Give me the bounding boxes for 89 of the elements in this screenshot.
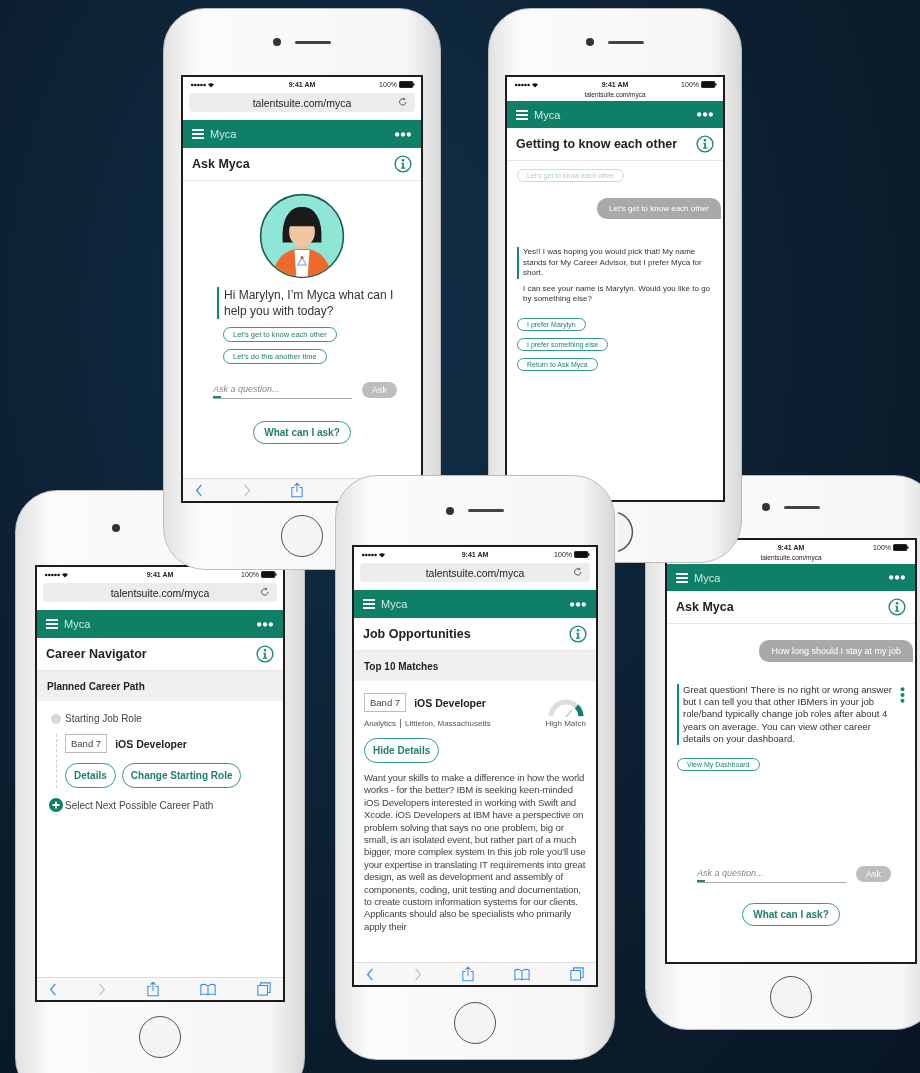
menu-icon[interactable] (192, 129, 204, 139)
more-icon[interactable] (569, 601, 587, 607)
battery-icon (399, 81, 415, 88)
more-icon[interactable] (696, 112, 714, 117)
page-title: Ask Myca (192, 157, 250, 171)
info-icon[interactable] (256, 645, 274, 663)
signal-icon (189, 81, 215, 88)
battery-icon (574, 551, 590, 558)
reload-icon[interactable] (260, 587, 270, 597)
share-icon[interactable] (291, 482, 303, 498)
signal-icon (513, 81, 539, 88)
app-title: Myca (210, 128, 237, 140)
info-icon[interactable] (888, 598, 906, 616)
app-title: Myca (381, 598, 408, 610)
outline-button[interactable]: Details (65, 763, 116, 788)
address-field[interactable]: talentsuite.com/myca (360, 563, 590, 582)
vertical-more-icon[interactable] (900, 686, 905, 704)
info-icon[interactable] (696, 135, 714, 153)
menu-icon[interactable] (46, 619, 58, 629)
camera-icon (273, 38, 281, 46)
band-tag: Band 7 (65, 734, 108, 753)
back-icon[interactable] (195, 483, 203, 497)
page-title: Getting to know each other (516, 137, 678, 151)
band-tag: Band 7 (364, 693, 407, 712)
page-title: Ask Myca (676, 600, 734, 614)
menu-icon[interactable] (516, 109, 528, 120)
assistant-message: Hi Marylyn, I’m Myca what can I help you with today? (217, 287, 403, 319)
help-button[interactable]: What can I ask? (742, 903, 840, 926)
department-label: Analytics (364, 719, 396, 728)
speaker-icon (468, 509, 504, 512)
menu-icon[interactable] (363, 599, 375, 609)
share-icon[interactable] (147, 981, 159, 997)
add-icon[interactable] (49, 798, 63, 812)
bookmarks-icon[interactable] (200, 982, 216, 996)
section-title: Planned Career Path (47, 680, 145, 692)
user-message: Let’s get to know each other (597, 198, 721, 219)
battery-icon (261, 571, 277, 578)
camera-icon (762, 503, 770, 511)
reload-icon[interactable] (398, 97, 408, 107)
location-label: Littleton, Massachusetts (405, 719, 491, 728)
user-message: How long should I stay at my job (759, 640, 913, 662)
tabs-icon[interactable] (257, 982, 271, 996)
home-button[interactable] (770, 975, 812, 1018)
home-button[interactable] (454, 1002, 496, 1044)
hide-details-button[interactable]: Hide Details (364, 738, 440, 763)
tabs-icon[interactable] (570, 967, 584, 981)
info-icon[interactable] (569, 625, 587, 643)
reload-icon[interactable] (573, 567, 583, 577)
share-icon[interactable] (462, 966, 474, 982)
step-label[interactable]: Select Next Possible Career Path (65, 799, 273, 811)
signal-icon (360, 551, 386, 558)
address-field[interactable]: talentsuite.com/myca (43, 583, 277, 602)
app-title: Myca (64, 618, 91, 630)
job-description: Want your skills to make a difference in how the world works - for the better? IBM is seeking keen-minded iOS Developers interested in working with Swift and Xcode. iOS Developers at IBM have a perspective on problem solving that says no one problem, big or small, is an isolated event, but rather part of a much bigger, more complex system In this job role you’ll use your expertise in translating IT requirements into great design, as well as development and assembly of components, coding, unit testing and documentation, to create custom information systems for our clients. Applicants should also be specialists who primarily apply their (364, 772, 586, 934)
signal-icon (43, 571, 69, 578)
step-dot-icon (51, 713, 61, 724)
help-button[interactable]: What can I ask? (253, 421, 351, 444)
page-title: Job Opportunities (363, 627, 471, 641)
more-icon[interactable] (256, 621, 274, 627)
step-label: Starting Job Role (65, 713, 143, 724)
home-button[interactable] (139, 1016, 181, 1058)
role-title: iOS Developer (115, 737, 187, 750)
more-icon[interactable] (394, 131, 412, 137)
bookmarks-icon[interactable] (514, 967, 530, 981)
camera-icon (112, 524, 120, 532)
speaker-icon (295, 40, 331, 44)
menu-icon[interactable] (676, 572, 688, 583)
camera-icon (446, 506, 454, 515)
match-label: High Match (545, 719, 586, 728)
outline-button[interactable]: Change Starting Role (121, 763, 242, 788)
assistant-message: Yes!! I was hoping you would pick that! My name stands for My Career Advisor, but I prefer Myca for short. (517, 247, 713, 279)
camera-icon (586, 38, 594, 46)
role-title: iOS Developer (414, 696, 486, 709)
battery-icon (701, 81, 717, 88)
battery-icon (893, 544, 909, 551)
home-button[interactable] (281, 515, 323, 557)
page-title: Career Navigator (46, 647, 147, 661)
back-icon[interactable] (366, 967, 374, 981)
section-title: Top 10 Matches (364, 660, 439, 672)
assistant-message: I can see your name is Marylyn. Would you like to go by something else? (522, 283, 712, 305)
app-title: Myca (534, 108, 561, 121)
assistant-message: Great question! There is no right or wrong answer but I can tell you that other IBMers in your job role/band typically change job roles after about 4 years on average. You can view other career details on your dashboard. (677, 684, 894, 745)
more-icon[interactable] (888, 575, 906, 580)
speaker-icon (784, 505, 820, 509)
address-field[interactable]: talentsuite.com/myca (189, 93, 415, 112)
info-icon[interactable] (394, 155, 412, 173)
app-title: Myca (694, 571, 721, 584)
back-icon[interactable] (49, 982, 57, 996)
speaker-icon (608, 40, 644, 44)
